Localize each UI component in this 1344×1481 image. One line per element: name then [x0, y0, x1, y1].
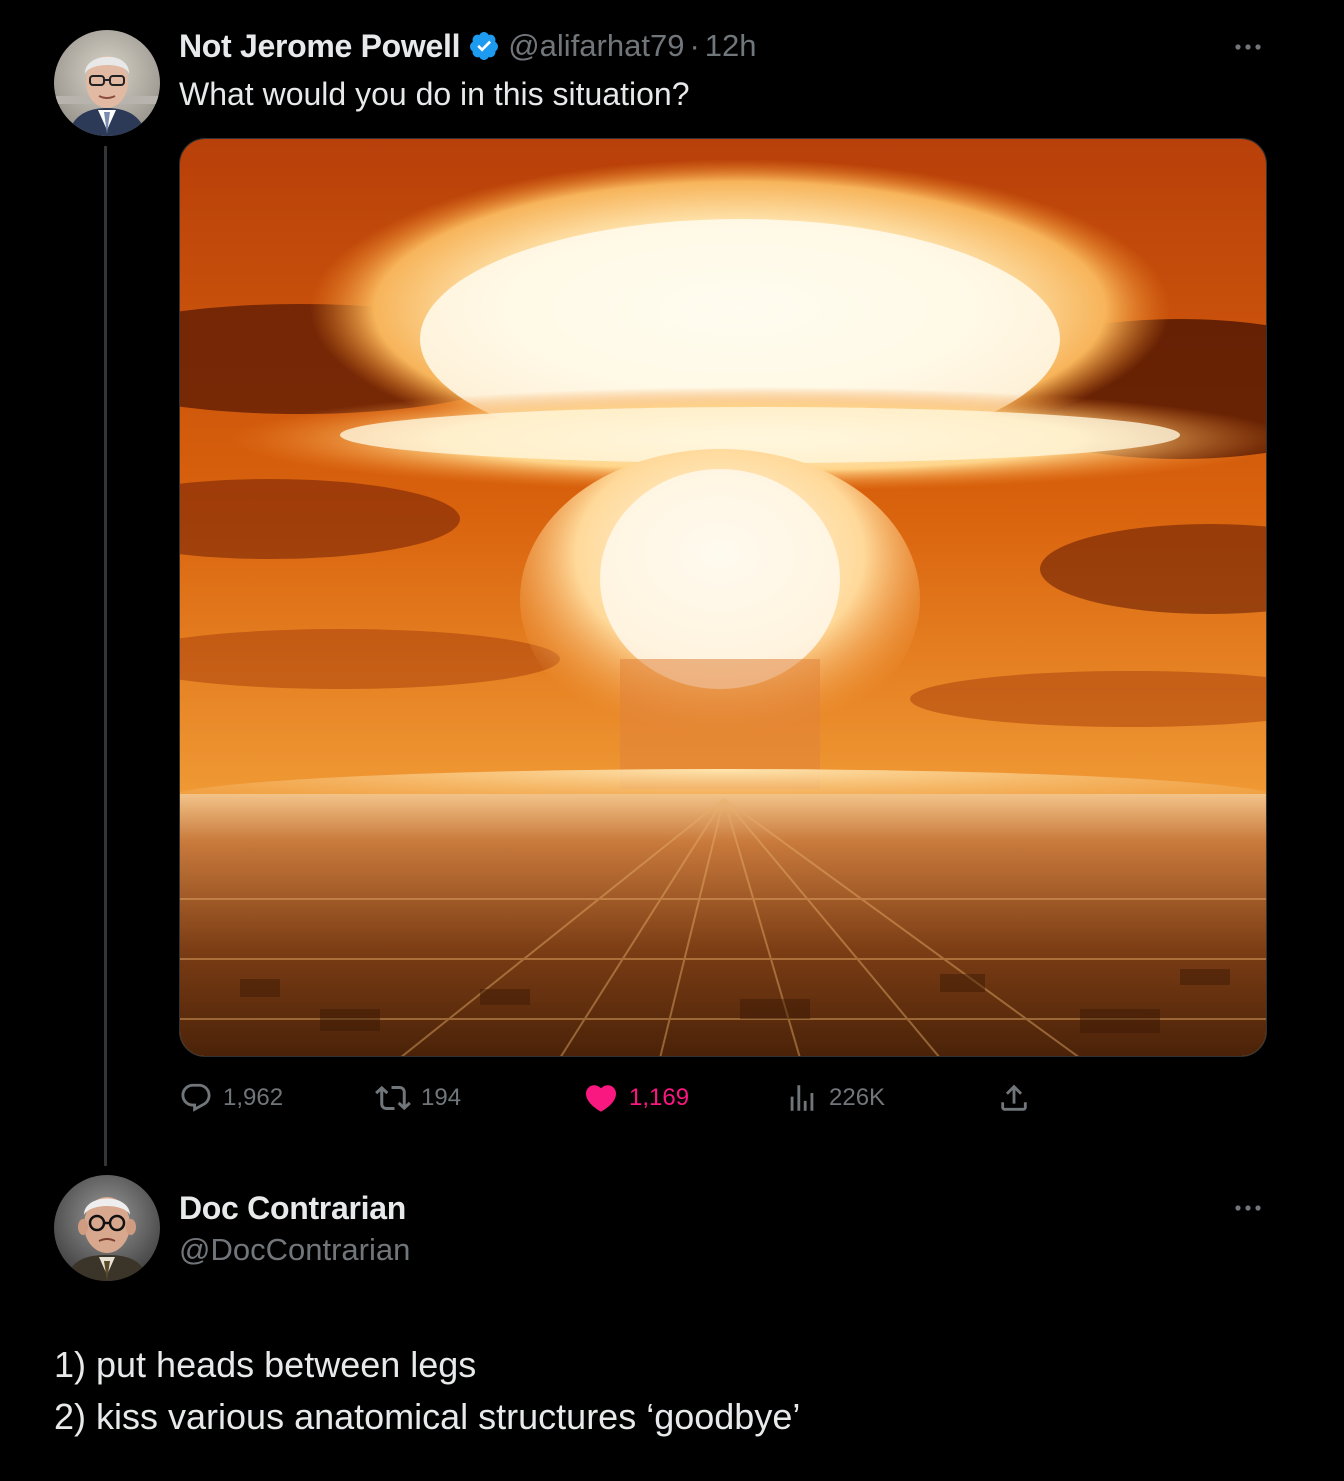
tweet-text: What would you do in this situation?	[179, 76, 690, 112]
retweet-count: 194	[421, 1084, 462, 1111]
reply-text-line-1: 1) put heads between legs	[54, 1344, 477, 1385]
tweet-media-image[interactable]	[179, 138, 1267, 1057]
tweet-action-bar: 1,962 194 1,169 226K	[179, 1078, 1059, 1118]
heart-icon	[585, 1085, 617, 1112]
retweet-icon	[375, 1085, 411, 1111]
reply-button[interactable]: 1,962	[179, 1078, 283, 1118]
like-count: 1,169	[629, 1084, 690, 1111]
views-count: 226K	[829, 1084, 886, 1111]
author-name[interactable]: Not Jerome Powell	[179, 28, 461, 65]
reply-author-name[interactable]: Doc Contrarian	[179, 1190, 406, 1227]
thread-connector-line	[104, 146, 107, 1166]
reply-text-line-2: 2) kiss various anatomical structures ‘g…	[54, 1396, 801, 1437]
tweet-timestamp[interactable]: 12h	[705, 28, 757, 64]
author-avatar[interactable]	[54, 30, 160, 136]
views-button[interactable]: 226K	[785, 1078, 885, 1118]
reply-more-options-icon[interactable]	[1230, 1201, 1270, 1215]
reply-handle-row: @DocContrarian	[179, 1230, 410, 1270]
reply-author-handle[interactable]: @DocContrarian	[179, 1232, 410, 1268]
retweet-button[interactable]: 194	[375, 1078, 461, 1118]
reply-count: 1,962	[223, 1084, 284, 1111]
more-options-icon[interactable]	[1230, 40, 1270, 54]
like-button[interactable]: 1,169	[583, 1078, 689, 1118]
reply-header: Doc Contrarian	[179, 1188, 406, 1228]
author-handle[interactable]: @alifarhat79	[508, 28, 684, 64]
reply-author-avatar[interactable]	[54, 1175, 160, 1281]
reply-icon	[181, 1083, 211, 1112]
share-icon	[1001, 1084, 1027, 1111]
views-icon	[790, 1085, 814, 1111]
verified-badge-icon	[468, 30, 500, 62]
tweet-header: Not Jerome Powell @alifarhat79 · 12h	[179, 26, 757, 66]
separator-dot: ·	[689, 28, 700, 63]
share-button[interactable]	[997, 1078, 1041, 1118]
